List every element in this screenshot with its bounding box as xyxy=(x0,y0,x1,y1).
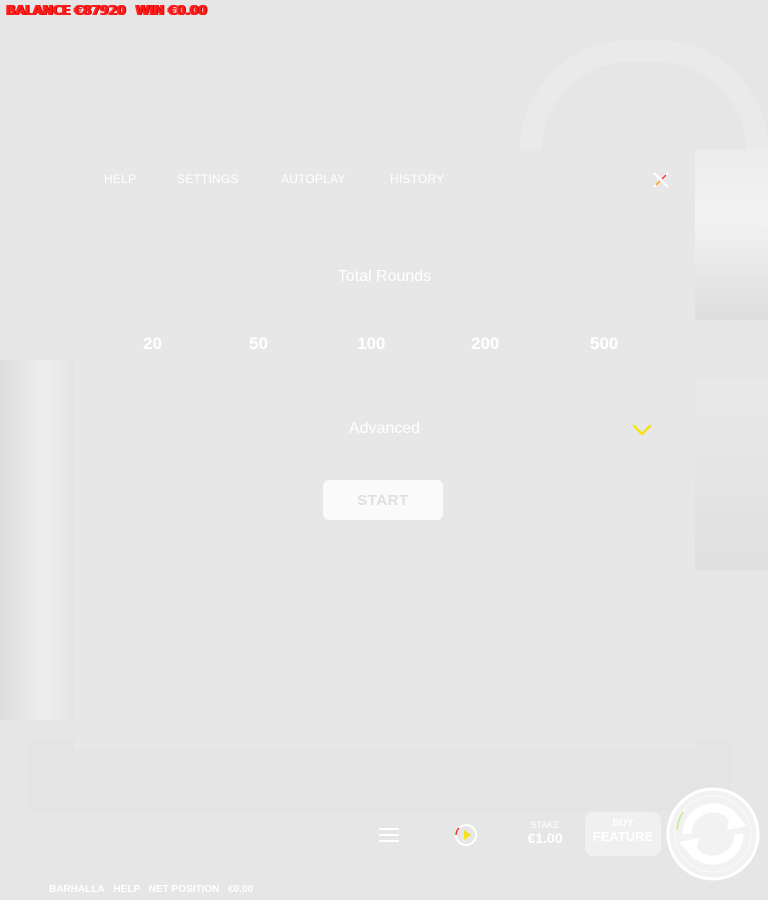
tab-autoplay[interactable]: AUTOPLAY xyxy=(281,172,346,186)
total-rounds-title: Total Rounds xyxy=(337,268,432,285)
rounds-option-20[interactable]: 20 xyxy=(143,334,162,354)
stake-value: €1.00 xyxy=(527,830,563,846)
rounds-option-200[interactable]: 200 xyxy=(471,334,499,354)
start-button[interactable]: START xyxy=(323,480,443,520)
balance-bar: BALANCE €87920 WIN €0.00 xyxy=(6,4,213,19)
stake-selector[interactable]: STAKE €1.00 xyxy=(520,820,570,846)
chevron-down-icon[interactable] xyxy=(632,423,652,437)
rounds-option-500[interactable]: 500 xyxy=(590,334,618,354)
background-decoration xyxy=(0,360,74,720)
footer-help-link[interactable]: HELP xyxy=(113,884,140,895)
background-decoration xyxy=(695,150,768,320)
buy-label: BUY xyxy=(612,818,634,829)
stake-label: STAKE xyxy=(530,820,560,830)
tab-bar: HELP SETTINGS AUTOPLAY HISTORY xyxy=(74,172,695,192)
buy-feature-button[interactable]: BUY FEATURE xyxy=(585,812,661,856)
background-decoration xyxy=(520,40,768,150)
menu-icon[interactable] xyxy=(378,826,400,844)
feature-label: FEATURE xyxy=(592,829,654,844)
balance-text: BALANCE €87920 xyxy=(6,4,126,19)
net-position-label: NET POSITION xyxy=(148,884,220,895)
footer-bar: BARHALLA HELP NET POSITION €0.00 xyxy=(49,884,259,895)
autoplay-panel: HELP SETTINGS AUTOPLAY HISTORY Total Rou… xyxy=(74,150,695,750)
play-icon[interactable] xyxy=(453,822,479,848)
background-decoration xyxy=(30,740,730,810)
tab-settings[interactable]: SETTINGS xyxy=(177,172,239,186)
tab-history[interactable]: HISTORY xyxy=(390,172,444,186)
rounds-option-100[interactable]: 100 xyxy=(357,334,385,354)
background-decoration xyxy=(695,380,768,570)
net-position-value: €0.00 xyxy=(228,884,254,895)
win-text: WIN €0.00 xyxy=(135,4,207,19)
rounds-option-50[interactable]: 50 xyxy=(249,334,268,354)
spin-icon[interactable] xyxy=(665,786,761,882)
game-name: BARHALLA xyxy=(49,884,105,895)
close-icon[interactable] xyxy=(651,170,671,190)
advanced-toggle[interactable]: Advanced xyxy=(74,420,695,438)
tab-help[interactable]: HELP xyxy=(104,172,136,186)
